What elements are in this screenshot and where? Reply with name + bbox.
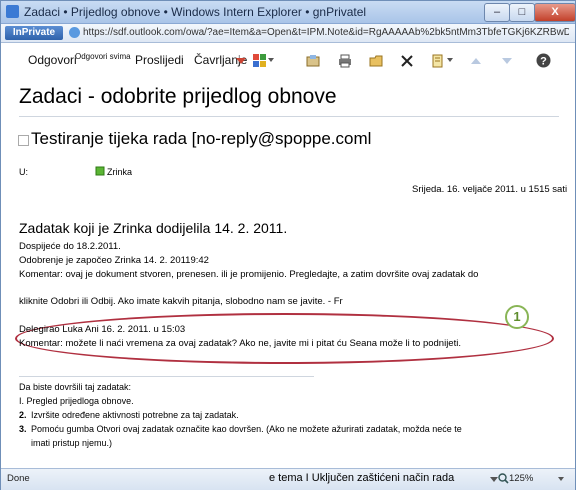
folder-move-icon[interactable] bbox=[369, 54, 383, 68]
message-date: Srijeda. 16. veljače 2011. u 1515 sati bbox=[412, 184, 568, 195]
page-icon bbox=[69, 27, 80, 38]
address-bar: InPrivate https://sdf.outlook.com/owa/?a… bbox=[1, 24, 575, 43]
delegation-comment: Komentar: možete li naći vremena za ovaj… bbox=[19, 338, 461, 349]
message-toolbar: Odgovori Odgovori svima Proslijedi Čavrl… bbox=[1, 43, 575, 79]
url-field[interactable]: https://sdf.outlook.com/owa/?ae=Item&a=O… bbox=[83, 27, 569, 38]
reply-all-button[interactable]: Odgovori svima bbox=[75, 52, 131, 67]
reply-label: Odgovori bbox=[28, 53, 77, 67]
next-item-icon[interactable] bbox=[500, 54, 514, 68]
maximize-button[interactable]: □ bbox=[509, 3, 535, 22]
instruction-step-2-number: 2. bbox=[19, 410, 27, 420]
to-label: U: bbox=[19, 167, 28, 177]
delete-icon[interactable] bbox=[400, 54, 414, 68]
delegation-line: Delegirao Luka Ani 16. 2. 2011. u 15:03 bbox=[19, 324, 186, 335]
instruction-step-3: Pomoću gumba Otvori ovaj zadatak označit… bbox=[31, 424, 462, 434]
zoom-level[interactable]: 125% bbox=[509, 473, 533, 484]
zoom-icon[interactable] bbox=[498, 473, 509, 484]
instructions-intro: Da biste dovršili taj zadatak: bbox=[19, 382, 132, 392]
status-text: Done bbox=[7, 473, 30, 484]
recipient-name[interactable]: Zrinka bbox=[107, 167, 132, 177]
reply-button[interactable]: Odgovori bbox=[28, 53, 77, 67]
task-comment-2: kliknite Odobri ili Odbij. Ako imate kak… bbox=[19, 296, 343, 307]
task-started: Odobrenje je započeo Zrinka 14. 2. 20119… bbox=[19, 255, 209, 266]
instruction-step-1: I. Pregled prijedloga obnove. bbox=[19, 396, 134, 406]
forward-label: Proslijedi bbox=[135, 53, 184, 67]
instruction-step-3-cont: imati pristup njemu.) bbox=[31, 438, 113, 448]
flag-dropdown-icon[interactable] bbox=[446, 56, 454, 64]
message-flag-icon bbox=[18, 135, 29, 146]
message-subject: Testiranje tijeka rada [no-reply@spoppe.… bbox=[31, 129, 372, 148]
zoom-dropdown-icon[interactable] bbox=[557, 475, 565, 483]
task-comment-1: Komentar: ovaj je dokument stvoren, pren… bbox=[19, 269, 479, 280]
protected-mode-status[interactable]: e tema I Uključen zaštićeni način rada bbox=[269, 472, 454, 484]
ie-logo-icon bbox=[6, 5, 19, 18]
flag-icon[interactable] bbox=[431, 54, 445, 68]
task-due: Dospijeće do 18.2.2011. bbox=[19, 241, 121, 252]
chat-arrow-icon[interactable] bbox=[234, 54, 248, 68]
browser-window: Zadaci • Prijedlog obnove • Windows Inte… bbox=[0, 0, 576, 490]
presence-icon bbox=[95, 166, 105, 176]
forward-button[interactable]: Proslijedi bbox=[135, 53, 184, 67]
minimize-button[interactable]: – bbox=[484, 3, 510, 22]
help-icon[interactable]: ? bbox=[536, 53, 551, 68]
title-bar: Zadaci • Prijedlog obnove • Windows Inte… bbox=[1, 1, 576, 24]
instructions-divider bbox=[19, 376, 314, 377]
reply-all-label: Odgovori svima bbox=[75, 52, 131, 61]
callout-number: 1 bbox=[505, 305, 529, 329]
status-bar: Done e tema I Uključen zaštićeni način r… bbox=[1, 468, 575, 490]
move-icon[interactable] bbox=[306, 54, 320, 68]
task-heading: Zadatak koji je Zrinka dodijelila 14. 2.… bbox=[19, 220, 288, 236]
categories-icon[interactable] bbox=[253, 54, 267, 68]
title-divider bbox=[19, 116, 559, 117]
svg-text:?: ? bbox=[540, 56, 547, 68]
page-title: Zadaci - odobrite prijedlog obnove bbox=[19, 85, 337, 108]
print-icon[interactable] bbox=[338, 54, 352, 68]
instruction-step-3-number: 3. bbox=[19, 424, 27, 434]
window-title: Zadaci • Prijedlog obnove • Windows Inte… bbox=[24, 5, 367, 19]
instruction-step-2: Izvršite određene aktivnosti potrebne za… bbox=[31, 410, 239, 420]
inprivate-badge[interactable]: InPrivate bbox=[5, 26, 63, 40]
categories-dropdown-icon[interactable] bbox=[267, 56, 275, 64]
close-button[interactable]: X bbox=[534, 3, 576, 22]
previous-item-icon[interactable] bbox=[469, 54, 483, 68]
